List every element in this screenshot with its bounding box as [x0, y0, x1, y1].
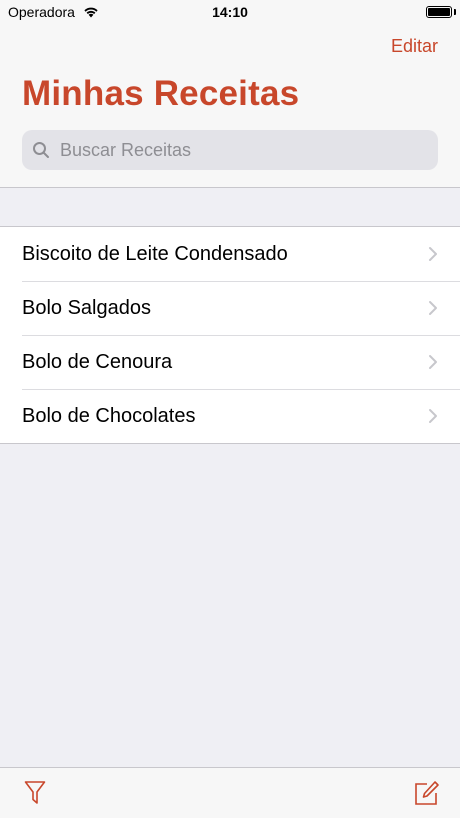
status-bar: Operadora 14:10 — [0, 0, 460, 26]
edit-button[interactable]: Editar — [391, 36, 438, 57]
battery-icon — [426, 6, 452, 18]
filter-icon — [24, 781, 46, 804]
navigation-bar: Editar Minhas Receitas — [0, 26, 460, 188]
compose-button[interactable] — [414, 780, 440, 811]
battery-cap — [454, 9, 456, 15]
status-time: 14:10 — [212, 4, 248, 20]
compose-icon — [415, 781, 439, 805]
search-input[interactable] — [58, 138, 422, 162]
battery-level — [428, 8, 450, 16]
recipe-list: Biscoito de Leite Condensado Bolo Salgad… — [0, 226, 460, 444]
chevron-right-icon — [429, 301, 437, 315]
list-item[interactable]: Bolo de Cenoura — [0, 335, 460, 389]
search-icon — [33, 142, 49, 158]
list-item[interactable]: Biscoito de Leite Condensado — [0, 227, 460, 281]
recipe-name: Bolo de Cenoura — [22, 350, 173, 373]
chevron-right-icon — [429, 355, 437, 369]
recipe-name: Bolo Salgados — [22, 296, 151, 319]
recipe-name: Bolo de Chocolates — [22, 404, 196, 427]
filter-button[interactable] — [24, 780, 46, 811]
list-item[interactable]: Bolo de Chocolates — [0, 389, 460, 443]
search-bar[interactable] — [22, 130, 438, 170]
chevron-right-icon — [429, 409, 437, 423]
chevron-right-icon — [429, 247, 437, 261]
list-item[interactable]: Bolo Salgados — [0, 281, 460, 335]
recipe-name: Biscoito de Leite Condensado — [22, 242, 288, 265]
bottom-toolbar — [0, 767, 460, 818]
page-title: Minhas Receitas — [22, 74, 300, 113]
